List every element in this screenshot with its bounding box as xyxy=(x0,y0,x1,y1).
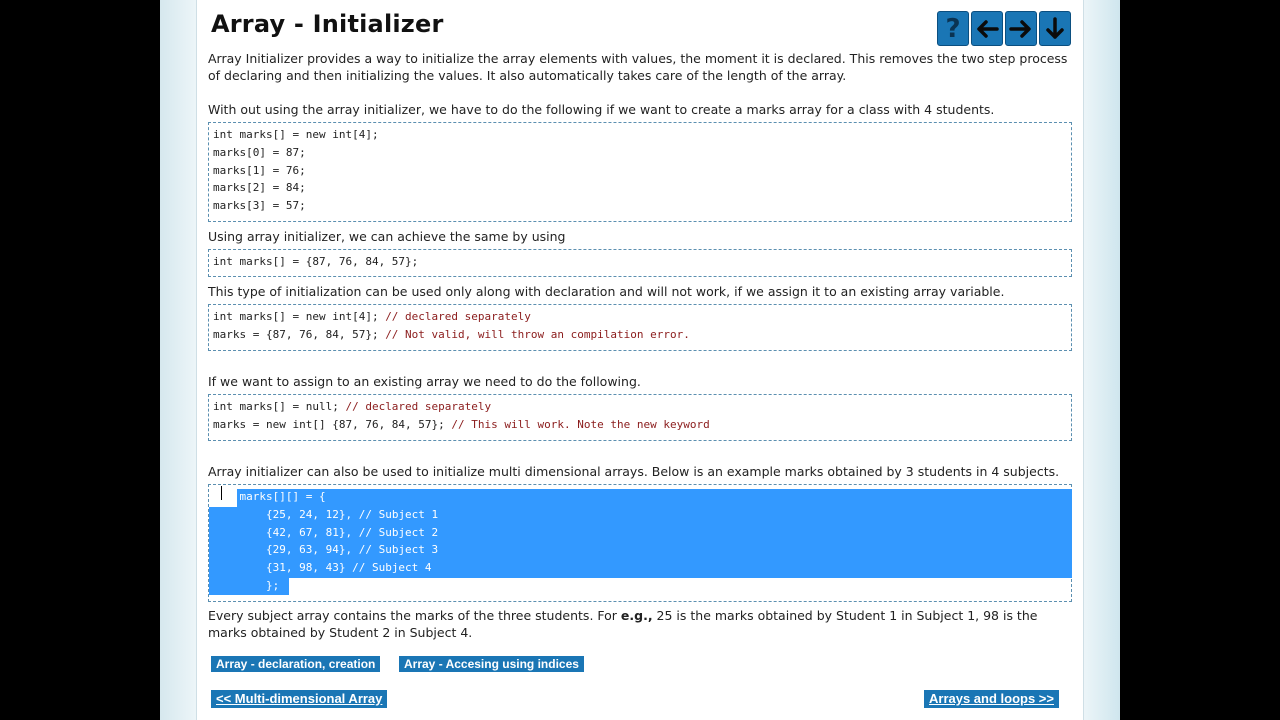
declaration-only-paragraph: This type of initialization can be used … xyxy=(208,284,1005,299)
code-line: {29, 63, 94}, // Subject 3 xyxy=(213,543,439,557)
arrow-down-icon xyxy=(1046,16,1064,39)
next-topic-link[interactable]: Arrays and loops >> xyxy=(924,690,1059,708)
code-comment: // Subject 1 xyxy=(358,507,439,521)
code-line: int marks[] = new int[4]; // declared se… xyxy=(213,310,531,323)
code-line: {25, 24, 12}, // Subject 1 xyxy=(213,507,439,521)
array-indices-link[interactable]: Array - Accesing using indices xyxy=(399,656,584,672)
nav-toolbar: ? xyxy=(937,11,1071,46)
code-line: int marks[][] = { xyxy=(213,490,326,503)
code-block-manual-init: int marks[] = new int[4]; marks[0] = 87;… xyxy=(208,122,1072,222)
page-title: Array - Initializer xyxy=(211,10,444,38)
code-comment: // Subject 4 xyxy=(352,561,432,575)
array-declaration-link[interactable]: Array - declaration, creation xyxy=(211,656,381,672)
intro-paragraph: Array Initializer provides a way to init… xyxy=(208,51,1068,83)
content-panel: Array - Initializer ? Array Initializer … xyxy=(196,0,1084,720)
code-line: marks[1] = 76; xyxy=(213,163,306,177)
code-line: int marks[] = {87, 76, 84, 57}; xyxy=(213,255,419,268)
code-comment: // This will work. Note the new keyword xyxy=(451,417,710,431)
code-block-initializer: int marks[] = {87, 76, 84, 57}; xyxy=(208,249,1072,277)
code-line: marks[2] = 84; xyxy=(213,181,306,195)
multi-dimensional-paragraph: Array initializer can also be used to in… xyxy=(208,464,1060,479)
code-line: int marks[] = null; // declared separate… xyxy=(213,400,492,413)
code-block-new-keyword: int marks[] = null; // declared separate… xyxy=(208,394,1072,441)
next-page-button[interactable] xyxy=(1005,11,1037,46)
code-comment: // Subject 2 xyxy=(358,525,439,539)
previous-page-button[interactable] xyxy=(971,11,1003,46)
down-button[interactable] xyxy=(1039,11,1071,46)
text-cursor xyxy=(221,486,222,500)
code-line: int marks[] = new int[4]; xyxy=(213,128,379,141)
code-line: marks = {87, 76, 84, 57}; // Not valid, … xyxy=(213,327,690,341)
code-comment: // declared separately xyxy=(345,400,492,413)
code-comment: // Subject 3 xyxy=(358,543,439,557)
code-block-multi-dimensional[interactable]: int marks[][] = { {25, 24, 12}, // Subje… xyxy=(208,484,1072,602)
prev-topic-link[interactable]: << Multi-dimensional Array xyxy=(211,690,388,708)
code-line: {42, 67, 81}, // Subject 2 xyxy=(213,525,439,539)
arrow-left-icon xyxy=(977,19,999,38)
help-button[interactable]: ? xyxy=(937,11,969,46)
explanation-paragraph: Every subject array contains the marks o… xyxy=(208,608,1038,640)
code-line: marks = new int[] {87, 76, 84, 57}; // T… xyxy=(213,417,710,431)
code-line: marks[0] = 87; xyxy=(213,145,306,159)
code-block-invalid-assign: int marks[] = new int[4]; // declared se… xyxy=(208,304,1072,351)
arrow-right-icon xyxy=(1009,19,1031,38)
code-line: }; xyxy=(213,578,280,592)
code-comment: // Not valid, will throw an compilation … xyxy=(385,327,690,341)
code-line: {31, 98, 43} // Subject 4 xyxy=(213,561,432,575)
existing-array-paragraph: If we want to assign to an existing arra… xyxy=(208,374,641,389)
using-initializer-paragraph: Using array initializer, we can achieve … xyxy=(208,229,566,244)
without-initializer-paragraph: With out using the array initializer, we… xyxy=(208,102,995,117)
question-mark-icon: ? xyxy=(945,13,961,44)
code-comment: // declared separately xyxy=(385,310,531,323)
code-line: marks[3] = 57; xyxy=(213,199,306,213)
